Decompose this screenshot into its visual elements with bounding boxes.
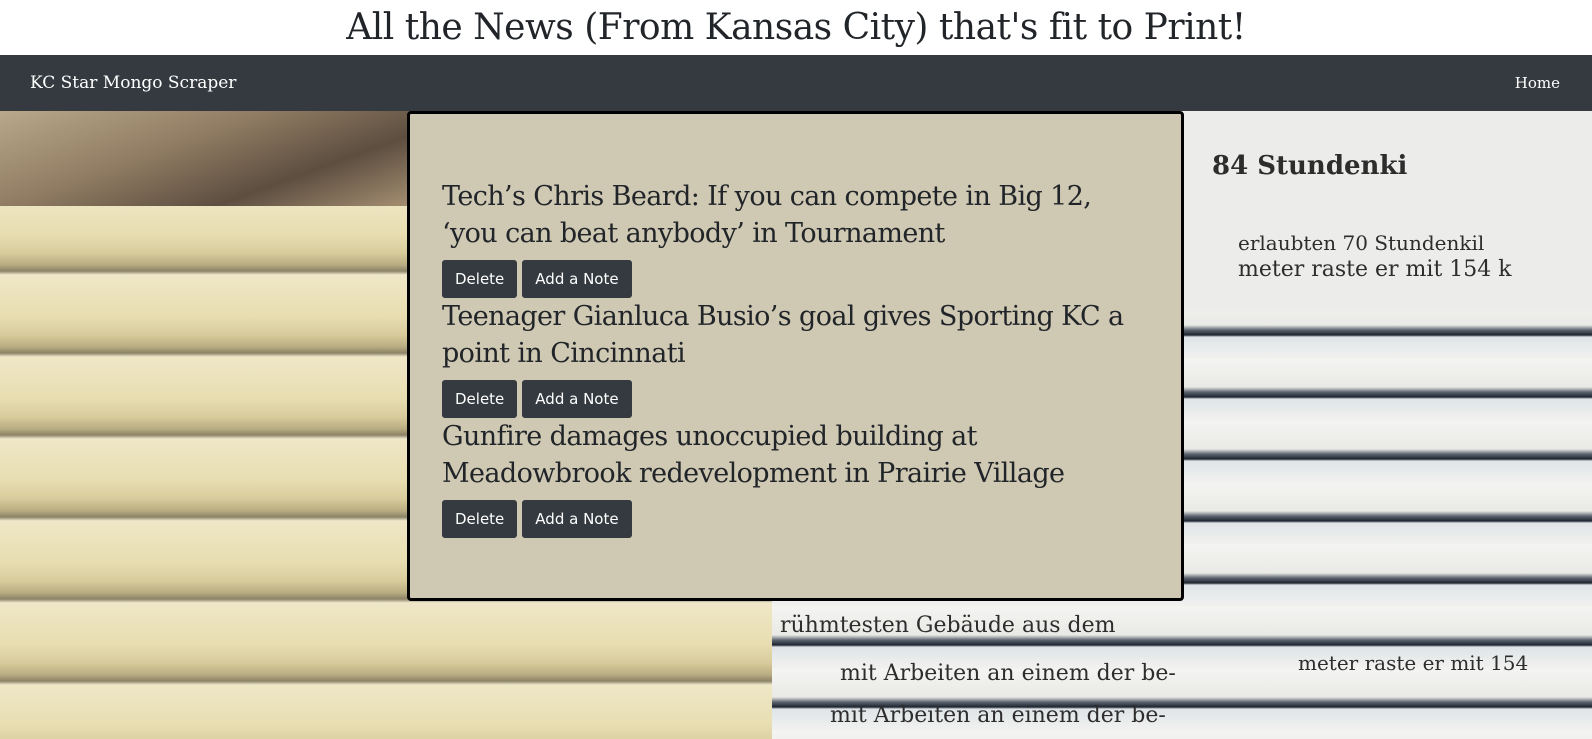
background-newsprint-text: meter raste er mit 154 k <box>1238 257 1512 282</box>
background-newsprint-text: rühmtesten Gebäude aus dem <box>780 613 1116 638</box>
delete-button[interactable]: Delete <box>442 260 518 298</box>
background-newsprint-text: mit Arbeiten an einem der be- <box>840 661 1176 686</box>
background-newsprint-text: erlaubten 70 Stundenkil <box>1238 231 1485 255</box>
add-note-button[interactable]: Add a Note <box>522 500 632 538</box>
add-note-button[interactable]: Add a Note <box>522 260 632 298</box>
article-actions: Delete Add a Note <box>442 380 1151 418</box>
article-actions: Delete Add a Note <box>442 500 1151 538</box>
delete-button[interactable]: Delete <box>442 500 518 538</box>
article-item: Teenager Gianluca Busio’s goal gives Spo… <box>442 298 1151 418</box>
navbar: KC Star Mongo Scraper Home <box>0 55 1592 111</box>
newspaper-stack-left-top <box>0 111 420 206</box>
nav-home-link[interactable]: Home <box>1515 74 1560 92</box>
articles-card: Tech’s Chris Beard: If you can compete i… <box>407 111 1184 601</box>
background-newsprint-text: mit Arbeiten an einem der be- <box>830 703 1166 728</box>
article-headline[interactable]: Gunfire damages unoccupied building at M… <box>442 418 1151 492</box>
page-header: All the News (From Kansas City) that's f… <box>0 0 1592 55</box>
background-newsprint-text: meter raste er mit 154 <box>1298 651 1529 675</box>
page-title: All the News (From Kansas City) that's f… <box>346 7 1246 48</box>
background-newsprint-text: 84 Stundenki <box>1212 151 1408 181</box>
add-note-button[interactable]: Add a Note <box>522 380 632 418</box>
article-headline[interactable]: Teenager Gianluca Busio’s goal gives Spo… <box>442 298 1151 372</box>
article-item: Gunfire damages unoccupied building at M… <box>442 418 1151 538</box>
article-actions: Delete Add a Note <box>442 260 1151 298</box>
delete-button[interactable]: Delete <box>442 380 518 418</box>
article-item: Tech’s Chris Beard: If you can compete i… <box>442 178 1151 298</box>
navbar-brand[interactable]: KC Star Mongo Scraper <box>30 73 236 93</box>
article-headline[interactable]: Tech’s Chris Beard: If you can compete i… <box>442 178 1151 252</box>
